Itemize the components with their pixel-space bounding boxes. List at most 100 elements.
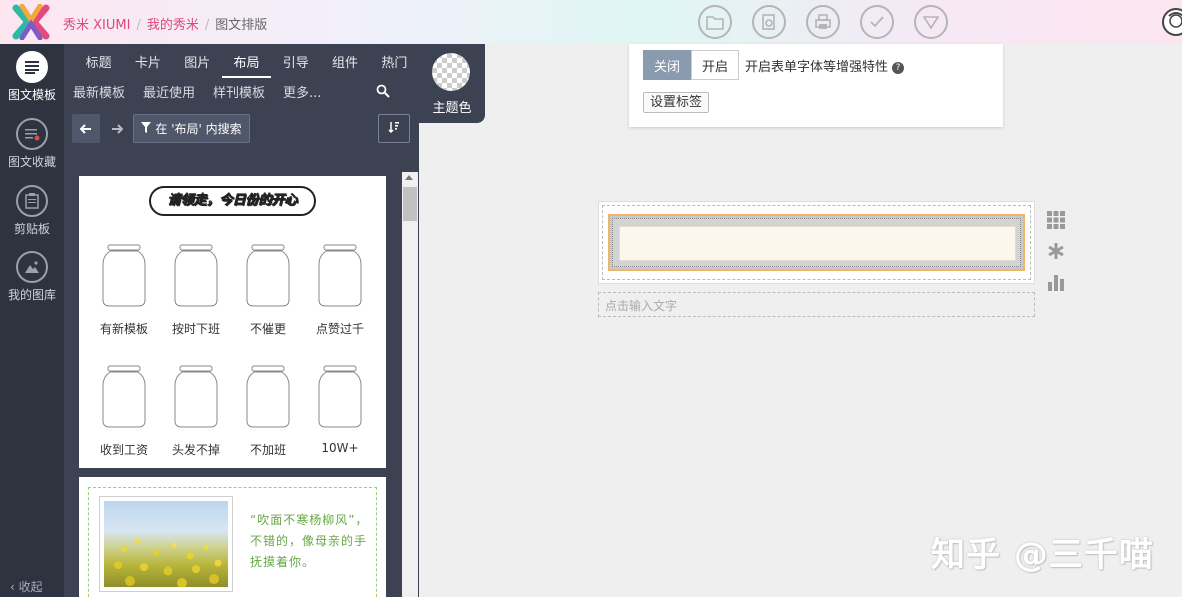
clipboard-icon: [16, 185, 48, 217]
top-bar: 秀米 XIUMI / 我的秀米 / 图文排版: [0, 0, 1182, 44]
rail-item-favorites[interactable]: 图文收藏: [0, 118, 64, 170]
canvas-block[interactable]: [598, 201, 1035, 284]
filter-icon: [141, 121, 152, 136]
rail-item-library[interactable]: 我的图库: [0, 251, 64, 303]
favorite-list-icon: [16, 118, 48, 150]
watermark: 知乎 @三千喵: [931, 535, 1154, 575]
preview-icon[interactable]: [752, 5, 786, 39]
breadcrumb-separator: /: [136, 18, 141, 33]
tab-title[interactable]: 标题: [74, 44, 123, 78]
forward-arrow-icon[interactable]: [103, 114, 131, 143]
jar-item: 收到工资: [88, 365, 160, 458]
tab-card[interactable]: 卡片: [123, 44, 172, 78]
toggle-off-button[interactable]: 关闭: [643, 50, 691, 80]
collapse-button[interactable]: ‹ 收起: [10, 578, 43, 595]
quote-text: “吹面不寒杨柳风”，不错的，像母亲的手抚摸着你。: [250, 513, 369, 569]
user-avatar[interactable]: [1162, 8, 1182, 36]
tab-component[interactable]: 组件: [320, 44, 369, 78]
scroll-up-icon[interactable]: [405, 175, 413, 180]
flower-field-scene: [104, 501, 228, 587]
subtab-recent[interactable]: 最近使用: [143, 82, 195, 101]
triangle-down-icon[interactable]: [914, 5, 948, 39]
jar-label: 不催更: [249, 322, 286, 336]
jar-label: 收到工资: [99, 443, 148, 457]
print-icon[interactable]: [806, 5, 840, 39]
enhance-toggle-label: 开启表单字体等增强特性?: [745, 56, 905, 75]
theme-color-picker[interactable]: 主题色: [419, 44, 485, 123]
jar-item: 10W+: [304, 365, 376, 455]
jar-label: 点赞过千: [315, 322, 364, 336]
sort-button[interactable]: [378, 114, 410, 143]
help-icon[interactable]: ?: [892, 62, 905, 74]
tab-guide[interactable]: 引导: [271, 44, 320, 78]
template-card-jars[interactable]: 请领走，今日份的开心 有新模板 按时下班 不催更 点赞过千 收到工资 头发不掉 …: [79, 176, 386, 468]
list-icon: [16, 51, 48, 83]
breadcrumb-current: 图文排版: [215, 18, 268, 33]
text-input-placeholder[interactable]: 点击输入文字: [598, 292, 1035, 317]
back-arrow-icon[interactable]: [72, 114, 100, 143]
rail-item-label: 我的图库: [7, 288, 56, 302]
theme-color-label: 主题色: [432, 101, 472, 116]
jar-item: 头发不掉: [160, 365, 232, 458]
grid-icon[interactable]: [1046, 210, 1066, 230]
sort-icon: [388, 121, 400, 137]
image-library-icon: [16, 251, 48, 283]
flower-field-image: [99, 496, 233, 592]
folder-icon[interactable]: [698, 5, 732, 39]
template-card-quote[interactable]: “吹面不寒杨柳风”，不错的，像母亲的手抚摸着你。: [79, 477, 386, 597]
panel-scrollbar[interactable]: [402, 172, 418, 597]
jar-item: 不加班: [232, 365, 304, 458]
tab-hot[interactable]: 热门: [370, 44, 419, 78]
subtab-latest[interactable]: 最新模板: [73, 82, 125, 101]
enhance-label-text: 开启表单字体等增强特性: [745, 60, 889, 75]
jar-item: 不催更: [232, 244, 304, 337]
rail-item-label: 剪贴板: [13, 222, 50, 236]
scoped-search-button[interactable]: 在 '布局' 内搜索: [133, 114, 250, 143]
search-icon[interactable]: [376, 84, 390, 102]
collapse-label: 收起: [18, 580, 43, 594]
jar-label: 头发不掉: [171, 443, 220, 457]
bar-chart-icon[interactable]: [1046, 272, 1066, 292]
breadcrumb-home[interactable]: 秀米 XIUMI: [63, 18, 130, 33]
card-title: 请领走，今日份的开心: [149, 186, 316, 216]
tab-layout[interactable]: 布局: [221, 44, 272, 78]
jar-label: 不加班: [249, 443, 286, 457]
toggle-on-button[interactable]: 开启: [691, 50, 739, 80]
panel-tabs: 标题 卡片 图片 布局 引导 组件 热门: [64, 44, 419, 78]
jar-label: 按时下班: [171, 322, 220, 336]
left-rail: 图文模板 图文收藏 剪贴板 我的图库 ‹ 收起: [0, 44, 64, 597]
jar-item: 按时下班: [160, 244, 232, 337]
jar-label: 有新模板: [99, 322, 148, 336]
rail-item-clipboard[interactable]: 剪贴板: [0, 185, 64, 237]
set-tag-button[interactable]: 设置标签: [643, 92, 710, 113]
chevron-left-icon: ‹: [10, 580, 15, 594]
rail-item-label: 图文收藏: [7, 155, 56, 169]
toolbar-actions: [698, 5, 948, 39]
block-inner-frame: [612, 218, 1021, 267]
jar-label: 10W+: [321, 441, 359, 455]
tab-image[interactable]: 图片: [173, 44, 222, 78]
enhance-toggle: 关闭 开启: [643, 50, 739, 80]
subtab-sample[interactable]: 样刊模板: [213, 82, 265, 101]
block-toolbar: [1046, 210, 1068, 303]
subtab-more[interactable]: 更多...: [283, 82, 321, 101]
block-frame: [608, 214, 1025, 271]
jar-item: 有新模板: [88, 244, 160, 337]
breadcrumb: 秀米 XIUMI / 我的秀米 / 图文排版: [63, 14, 267, 33]
block-content-area[interactable]: [619, 226, 1016, 261]
panel-subtabs: 最新模板 最近使用 样刊模板 更多...: [64, 82, 339, 101]
breadcrumb-my-xiumi[interactable]: 我的秀米: [147, 18, 199, 33]
scrollbar-thumb[interactable]: [403, 187, 417, 221]
xiumi-logo-icon[interactable]: [12, 3, 50, 41]
scoped-search-label: 在 '布局' 内搜索: [155, 122, 242, 136]
rail-item-templates[interactable]: 图文模板: [0, 51, 64, 103]
jar-item: 点赞过千: [304, 244, 376, 337]
breadcrumb-separator: /: [204, 18, 210, 33]
theme-color-swatch[interactable]: [432, 53, 470, 91]
editor-settings-box: 关闭 开启 开启表单字体等增强特性? 设置标签: [629, 44, 1003, 127]
rail-item-label: 图文模板: [7, 88, 56, 102]
panel-nav-row: 在 '布局' 内搜索: [72, 114, 412, 144]
check-icon[interactable]: [860, 5, 894, 39]
asterisk-icon[interactable]: [1046, 241, 1066, 261]
card-quote-frame: “吹面不寒杨柳风”，不错的，像母亲的手抚摸着你。: [88, 487, 377, 597]
